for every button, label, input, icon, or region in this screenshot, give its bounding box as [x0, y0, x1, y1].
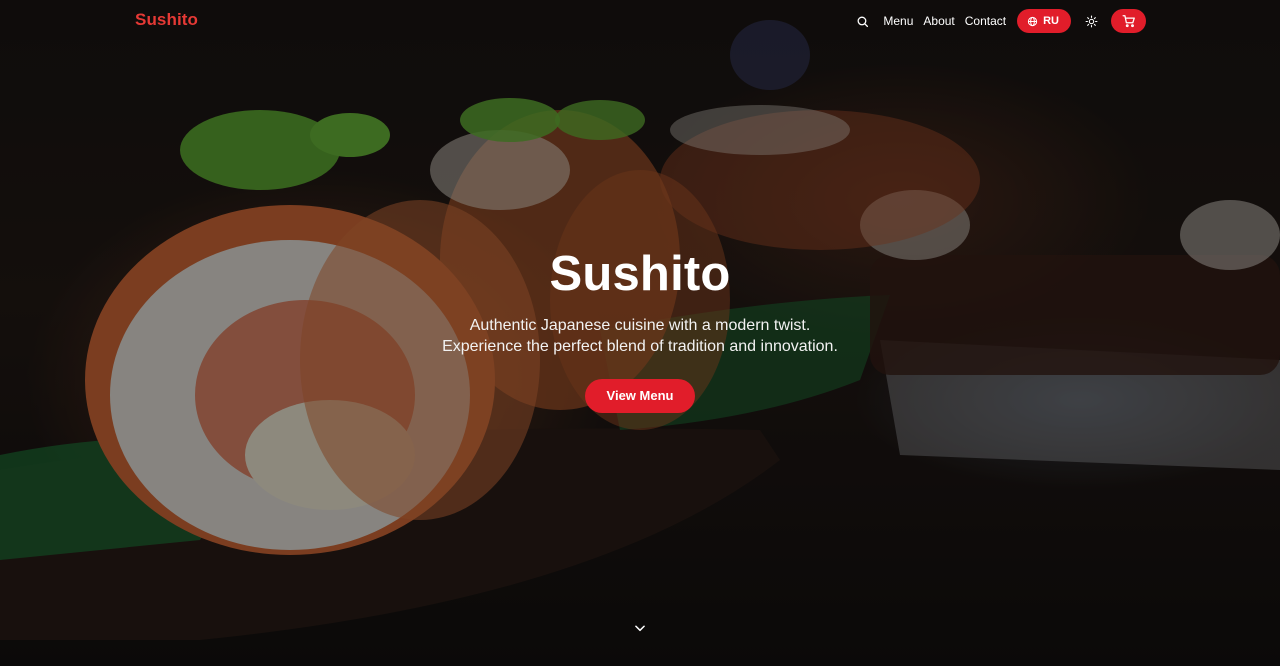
nav-link-contact[interactable]: Contact — [965, 14, 1006, 28]
sun-icon — [1085, 15, 1097, 27]
hero-subtitle-line-2: Experience the perfect blend of traditio… — [442, 338, 838, 355]
globe-icon — [1027, 16, 1038, 27]
hero-title: Sushito — [549, 247, 731, 301]
cart-button[interactable] — [1111, 9, 1146, 33]
nav-link-about[interactable]: About — [923, 14, 954, 28]
site-logo[interactable]: Sushito — [135, 10, 198, 30]
theme-toggle-button[interactable] — [1083, 13, 1099, 29]
cart-icon — [1122, 15, 1135, 28]
language-switch-button[interactable]: RU — [1017, 9, 1071, 33]
view-menu-button[interactable]: View Menu — [584, 379, 696, 413]
chevron-down-icon — [635, 625, 645, 632]
top-navigation: Sushito Menu About Contact RU — [0, 0, 1280, 42]
search-button[interactable] — [854, 13, 870, 29]
hero-content: Sushito Authentic Japanese cuisine with … — [0, 245, 1280, 413]
hero-subtitle: Authentic Japanese cuisine with a modern… — [0, 315, 1280, 357]
search-icon — [857, 16, 868, 27]
nav-link-menu[interactable]: Menu — [883, 14, 913, 28]
scroll-down-button[interactable] — [632, 620, 648, 636]
hero-subtitle-line-1: Authentic Japanese cuisine with a modern… — [469, 317, 811, 334]
hero-section: Sushito Menu About Contact RU Sushito Au… — [0, 0, 1280, 666]
language-label: RU — [1043, 15, 1059, 27]
nav-actions: Menu About Contact RU — [854, 9, 1146, 33]
